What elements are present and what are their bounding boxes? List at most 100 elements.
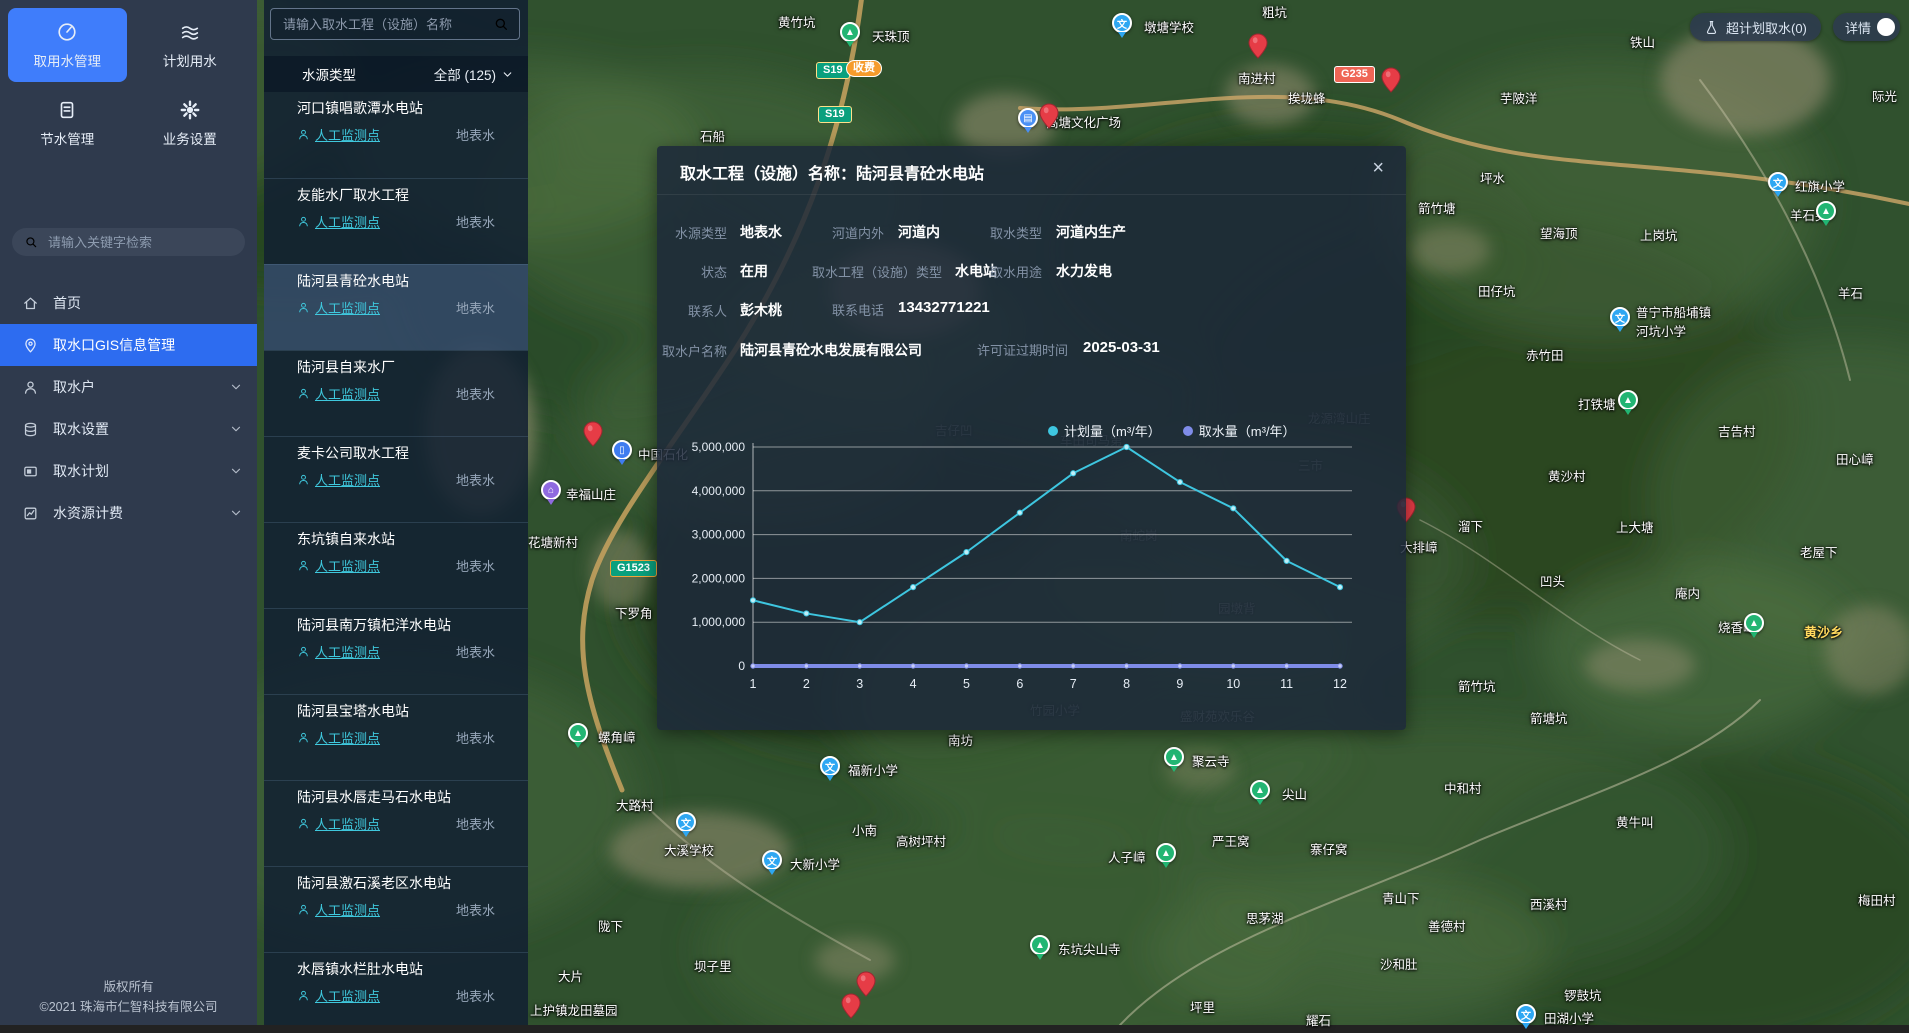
manual-monitor-link[interactable]: 人工监测点	[297, 728, 380, 747]
sidebar-item-5[interactable]: 水资源计费	[0, 492, 257, 534]
manual-monitor-link[interactable]: 人工监测点	[297, 298, 380, 317]
map-place-label: 天珠顶	[872, 26, 910, 45]
svg-text:5,000,000: 5,000,000	[692, 440, 746, 454]
manual-monitor-link[interactable]: 人工监测点	[297, 986, 380, 1005]
sidebar-item-2[interactable]: 取水户	[0, 366, 257, 408]
svg-text:1,000,000: 1,000,000	[692, 615, 746, 629]
pin-icon	[22, 337, 39, 354]
map-place-label: 思茅湖	[1246, 908, 1284, 927]
svg-text:1: 1	[750, 677, 757, 691]
map-place-label: 赤竹田	[1526, 345, 1564, 364]
over-plan-button[interactable]: 超计划取水(0)	[1690, 13, 1821, 41]
person-icon	[297, 817, 310, 830]
station-list-item[interactable]: 陆河县青砼水电站人工监测点地表水	[264, 264, 528, 350]
mountain-poi-icon: ▲	[1250, 780, 1270, 800]
manual-monitor-link[interactable]: 人工监测点	[297, 470, 380, 489]
sidebar-item-label: 取水户	[53, 377, 95, 397]
station-name: 麦卡公司取水工程	[297, 443, 409, 463]
sidebar-search[interactable]	[12, 228, 245, 256]
station-list-item[interactable]: 陆河县激石溪老区水电站人工监测点地表水	[264, 866, 528, 952]
copyright-line1: 版权所有	[0, 977, 257, 997]
station-list-item[interactable]: 东坑镇自来水站人工监测点地表水	[264, 522, 528, 608]
map-place-label: 老屋下	[1800, 542, 1838, 561]
manual-monitor-link[interactable]: 人工监测点	[297, 900, 380, 919]
school-poi-icon: 文	[1516, 1004, 1536, 1024]
water-source-type: 地表水	[456, 298, 495, 317]
map-place-label: 凹头	[1540, 571, 1565, 590]
sidebar-item-0[interactable]: 首页	[0, 282, 257, 324]
red-pin-marker[interactable]	[1039, 103, 1059, 134]
map-place-label: 上护镇龙田墓园	[530, 1000, 618, 1019]
module-tile-2[interactable]: 节水管理	[8, 86, 127, 160]
map-place-label: 沙和肚	[1380, 954, 1418, 973]
detail-toggle[interactable]: 详情	[1833, 13, 1900, 41]
person-icon	[297, 387, 310, 400]
manual-monitor-link[interactable]: 人工监测点	[297, 212, 380, 231]
sidebar-item-4[interactable]: 取水计划	[0, 450, 257, 492]
station-list-item[interactable]: 河口镇唱歌潭水电站人工监测点地表水	[264, 92, 528, 178]
filter-value: 全部 (125)	[434, 64, 496, 84]
mountain-poi-icon: ▲	[1816, 201, 1836, 221]
manual-monitor-link[interactable]: 人工监测点	[297, 125, 380, 144]
module-tile-3[interactable]: 业务设置	[131, 86, 250, 160]
svg-text:4,000,000: 4,000,000	[692, 484, 746, 498]
school-poi-icon: 文	[1768, 172, 1788, 192]
sidebar-item-1[interactable]: 取水口GIS信息管理	[0, 324, 257, 366]
sidebar-item-label: 取水计划	[53, 461, 109, 481]
station-name: 陆河县自来水厂	[297, 357, 395, 377]
person-icon	[297, 559, 310, 572]
chart-svg: 01,000,0002,000,0003,000,0004,000,0005,0…	[677, 432, 1386, 704]
map-place-label: 福新小学	[848, 760, 898, 779]
map-place-label: 田心嶂	[1836, 449, 1874, 468]
sidebar-item-label: 首页	[53, 293, 81, 313]
map-place-label: 坪水	[1480, 168, 1505, 187]
sidebar: 取用水管理计划用水节水管理 业务设置 首页取水口GIS信息管理取水户取水设置取水计…	[0, 0, 257, 1025]
map-place-label: 上大塘	[1616, 517, 1654, 536]
field-value: 13432771221	[898, 299, 990, 316]
chevron-down-icon	[229, 506, 243, 520]
map-place-label: 芋陂洋	[1500, 88, 1538, 107]
manual-monitor-link[interactable]: 人工监测点	[297, 642, 380, 661]
station-list-item[interactable]: 陆河县水唇走马石水电站人工监测点地表水	[264, 780, 528, 866]
sidebar-item-3[interactable]: 取水设置	[0, 408, 257, 450]
sidebar-search-input[interactable]	[46, 234, 233, 251]
station-list-item[interactable]: 友能水厂取水工程人工监测点地表水	[264, 178, 528, 264]
module-label: 计划用水	[163, 50, 217, 70]
water-source-type: 地表水	[456, 986, 495, 1005]
gas-poi-icon: ▯	[612, 440, 632, 460]
station-search-input[interactable]	[281, 16, 493, 33]
temple-poi-icon: ▲	[1030, 935, 1050, 955]
water-source-type: 地表水	[456, 470, 495, 489]
station-list-item[interactable]: 陆河县南万镇杞洋水电站人工监测点地表水	[264, 608, 528, 694]
station-list-item[interactable]: 麦卡公司取水工程人工监测点 地表水	[264, 436, 528, 522]
station-list-item[interactable]: 陆河县自来水厂人工监测点 地表水	[264, 350, 528, 436]
field-label: 取水类型	[822, 223, 1042, 242]
red-pin-marker[interactable]	[1248, 33, 1268, 64]
red-pin-marker[interactable]	[1381, 67, 1401, 98]
svg-text:3,000,000: 3,000,000	[692, 528, 746, 542]
station-name: 河口镇唱歌潭水电站	[297, 98, 423, 118]
module-tile-0[interactable]: 取用水管理	[8, 8, 127, 82]
module-label: 节水管理	[40, 128, 94, 148]
module-tile-1[interactable]: 计划用水	[131, 8, 250, 82]
station-list-item[interactable]: 陆河县宝塔水电站人工监测点地表水	[264, 694, 528, 780]
water-source-type: 地表水	[456, 384, 495, 403]
road-badge: G235	[1334, 66, 1375, 83]
svg-text:2: 2	[803, 677, 810, 691]
manual-monitor-link[interactable]: 人工监测点	[297, 814, 380, 833]
station-list-item[interactable]: 水唇镇水栏肚水电站人工监测点地表水	[264, 952, 528, 1025]
copyright: 版权所有 ©2021 珠海市仁智科技有限公司	[0, 977, 257, 1025]
gear-icon	[179, 99, 201, 121]
map-place-label: 田湖小学	[1544, 1008, 1594, 1027]
manual-monitor-link[interactable]: 人工监测点	[297, 384, 380, 403]
manual-monitor-link[interactable]: 人工监测点	[297, 556, 380, 575]
red-pin-marker[interactable]	[841, 993, 861, 1024]
field-label: 联系电话	[664, 300, 884, 319]
chartbox-icon	[22, 505, 39, 522]
school-poi-icon: 文	[820, 756, 840, 776]
svg-text:8: 8	[1123, 677, 1130, 691]
close-icon[interactable]: ×	[1372, 158, 1384, 178]
station-search[interactable]	[270, 8, 520, 40]
red-pin-marker[interactable]	[583, 421, 603, 452]
filter-dropdown[interactable]: 全部 (125)	[434, 64, 514, 84]
